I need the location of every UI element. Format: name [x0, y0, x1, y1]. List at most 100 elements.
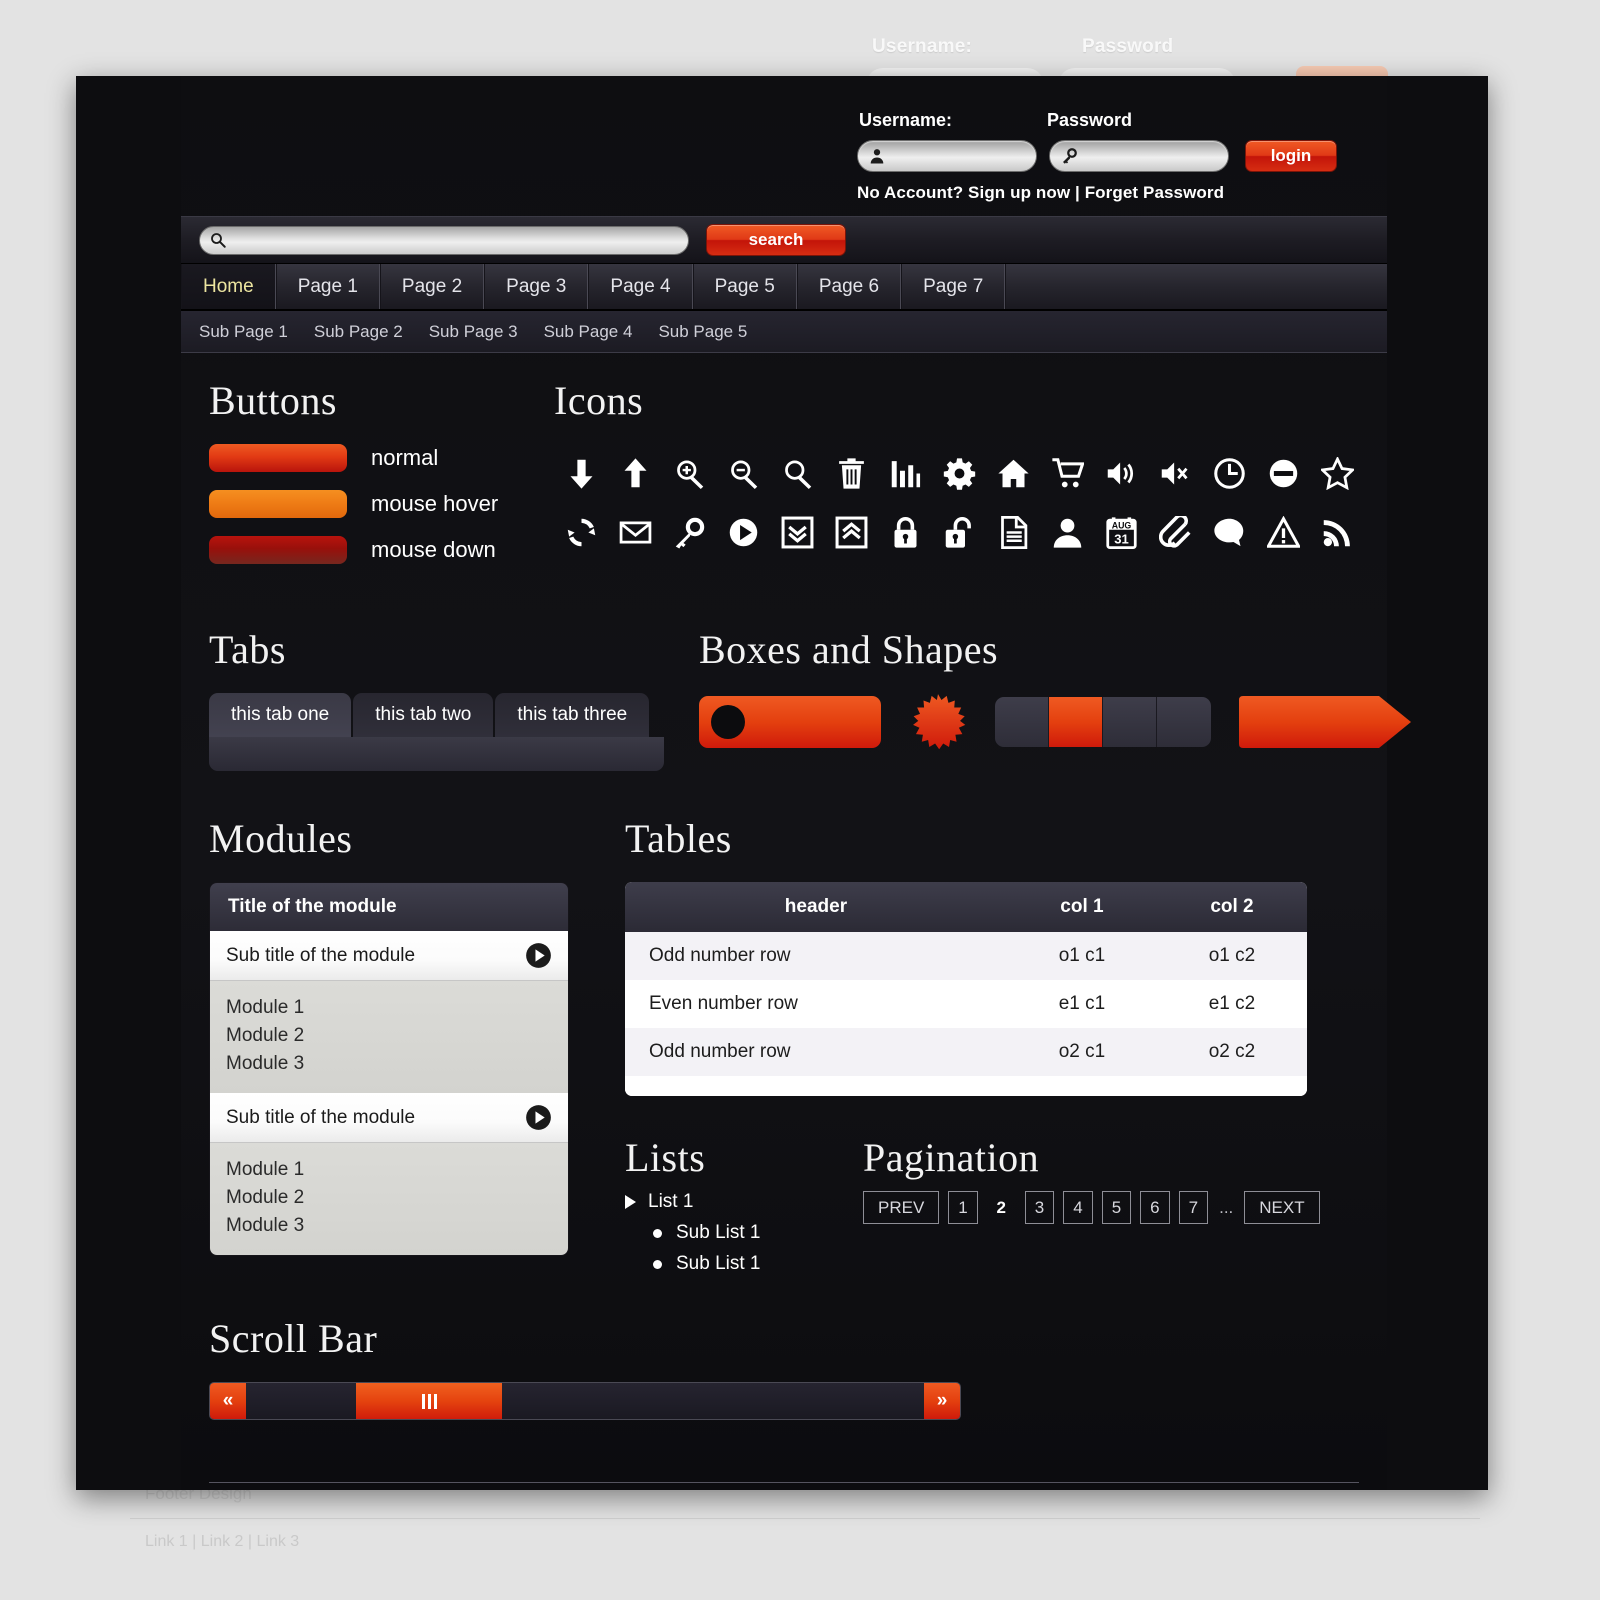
volume-mute-icon[interactable] [1148, 444, 1202, 503]
nav-item-page-6[interactable]: Page 6 [796, 264, 902, 309]
comment-icon[interactable] [1202, 503, 1256, 562]
list-item-child-label: Sub List 1 [676, 1222, 761, 1243]
nav-item-home[interactable]: Home [181, 264, 276, 309]
expand-up-icon[interactable] [824, 503, 878, 562]
document-icon[interactable] [986, 503, 1040, 562]
home-icon[interactable] [986, 444, 1040, 503]
demo-button-label: mouse hover [371, 491, 499, 516]
user-icon[interactable] [1040, 503, 1094, 562]
nav-item-page-3[interactable]: Page 3 [484, 264, 589, 309]
mail-icon[interactable] [608, 503, 662, 562]
subnav-item-sub-page-5[interactable]: Sub Page 5 [658, 322, 747, 342]
pagination-prev[interactable]: PREV [863, 1191, 940, 1224]
segment-1[interactable] [995, 697, 1049, 747]
subnav-item-sub-page-1[interactable]: Sub Page 1 [199, 322, 288, 342]
circle-hole-shape [711, 705, 745, 739]
play-icon[interactable] [525, 1104, 552, 1131]
nav-item-page-1[interactable]: Page 1 [275, 264, 380, 309]
no-entry-icon[interactable] [1256, 444, 1310, 503]
pagination-page-5[interactable]: 5 [1101, 1191, 1132, 1224]
module-list-item[interactable]: Module 2 [226, 1022, 552, 1050]
play-icon[interactable] [525, 942, 552, 969]
rss-icon[interactable] [1310, 503, 1364, 562]
table-row[interactable]: Odd number row o2 c1 o2 c2 [625, 1028, 1307, 1076]
tab-panel [209, 737, 664, 771]
star-icon[interactable] [1310, 444, 1364, 503]
search-button[interactable]: search [706, 224, 846, 256]
username-input[interactable] [892, 147, 1032, 165]
nav-item-page-2[interactable]: Page 2 [379, 264, 485, 309]
module-list-item[interactable]: Module 3 [226, 1212, 552, 1240]
subnav-item-sub-page-2[interactable]: Sub Page 2 [314, 322, 403, 342]
clock-icon[interactable] [1202, 444, 1256, 503]
search-input[interactable] [234, 231, 654, 249]
scrollbar-thumb[interactable] [356, 1383, 502, 1419]
pagination-page-3[interactable]: 3 [1024, 1191, 1055, 1224]
scrollbar-track[interactable] [246, 1383, 924, 1419]
table-row[interactable]: Odd number row o1 c1 o1 c2 [625, 932, 1307, 980]
table-row[interactable]: Even number row e1 c1 e1 c2 [625, 980, 1307, 1028]
password-field[interactable] [1049, 140, 1229, 172]
list-item-child[interactable]: Sub List 1 [653, 1222, 835, 1244]
segment-3[interactable] [1103, 697, 1157, 747]
pagination-page-1[interactable]: 1 [948, 1191, 978, 1224]
play-icon[interactable] [716, 503, 770, 562]
module-list-item[interactable]: Module 1 [226, 1156, 552, 1184]
nav-item-page-7[interactable]: Page 7 [901, 264, 1006, 309]
trash-icon[interactable] [824, 444, 878, 503]
search-field[interactable] [199, 225, 689, 255]
rounded-box-shape[interactable] [699, 696, 881, 748]
bar-chart-icon[interactable] [878, 444, 932, 503]
module-list-item[interactable]: Module 1 [226, 994, 552, 1022]
search-icon[interactable] [770, 444, 824, 503]
collapse-down-icon[interactable] [770, 503, 824, 562]
tab-this-tab-three[interactable]: this tab three [495, 693, 650, 737]
arrow-down-icon[interactable] [554, 444, 608, 503]
module-list-item[interactable]: Module 2 [226, 1184, 552, 1212]
gear-icon[interactable] [932, 444, 986, 503]
key-icon[interactable] [662, 503, 716, 562]
tab-this-tab-one[interactable]: this tab one [209, 693, 352, 737]
module-subtitle-row[interactable]: Sub title of the module [210, 1093, 568, 1143]
password-input[interactable] [1084, 147, 1224, 165]
demo-button-mouse-down[interactable] [209, 536, 347, 564]
username-field[interactable] [857, 140, 1037, 172]
scrollbar[interactable]: « » [209, 1382, 961, 1420]
login-button[interactable]: login [1245, 140, 1337, 172]
subnav-item-sub-page-3[interactable]: Sub Page 3 [429, 322, 518, 342]
segment-2-active[interactable] [1049, 697, 1103, 747]
pagination-page-7[interactable]: 7 [1178, 1191, 1209, 1224]
scroll-right-button[interactable]: » [924, 1383, 960, 1419]
list-item-child[interactable]: Sub List 1 [653, 1253, 835, 1275]
buttons-icons-row: Buttons normal mouse hover mouse down Icon… [209, 377, 1359, 582]
subnav-item-sub-page-4[interactable]: Sub Page 4 [544, 322, 633, 342]
refresh-icon[interactable] [554, 503, 608, 562]
arrow-up-icon[interactable] [608, 444, 662, 503]
zoom-in-icon[interactable] [662, 444, 716, 503]
nav-item-page-4[interactable]: Page 4 [588, 264, 693, 309]
segment-4[interactable] [1157, 697, 1211, 747]
pagination-page-6[interactable]: 6 [1140, 1191, 1170, 1224]
pagination-next[interactable]: NEXT [1244, 1191, 1320, 1224]
lock-icon[interactable] [878, 503, 932, 562]
nav-item-page-5[interactable]: Page 5 [692, 264, 797, 309]
calendar-icon[interactable]: AUG 31 [1094, 503, 1148, 562]
pagination-page-current[interactable]: 2 [987, 1191, 1016, 1224]
table-cell-col2: o2 c2 [1208, 1041, 1256, 1062]
module-subtitle-row[interactable]: Sub title of the module [210, 931, 568, 981]
demo-button-normal[interactable] [209, 444, 347, 472]
tab-this-tab-two[interactable]: this tab two [353, 693, 494, 737]
zoom-out-icon[interactable] [716, 444, 770, 503]
module-list-item[interactable]: Module 3 [226, 1050, 552, 1078]
warning-icon[interactable] [1256, 503, 1310, 562]
cart-icon[interactable] [1040, 444, 1094, 503]
signup-forgot-text[interactable]: No Account? Sign up now | Forget Passwor… [857, 183, 1337, 203]
volume-on-icon[interactable] [1094, 444, 1148, 503]
demo-button-mouse-hover[interactable] [209, 490, 347, 518]
scroll-left-button[interactable]: « [210, 1383, 246, 1419]
unlock-icon[interactable] [932, 503, 986, 562]
pagination-page-4[interactable]: 4 [1063, 1191, 1093, 1224]
paperclip-icon[interactable] [1148, 503, 1202, 562]
data-table: header col 1 col 2 Odd number row o1 c1 o1… [625, 882, 1307, 1096]
list-item-root[interactable]: List 1 [625, 1191, 835, 1213]
